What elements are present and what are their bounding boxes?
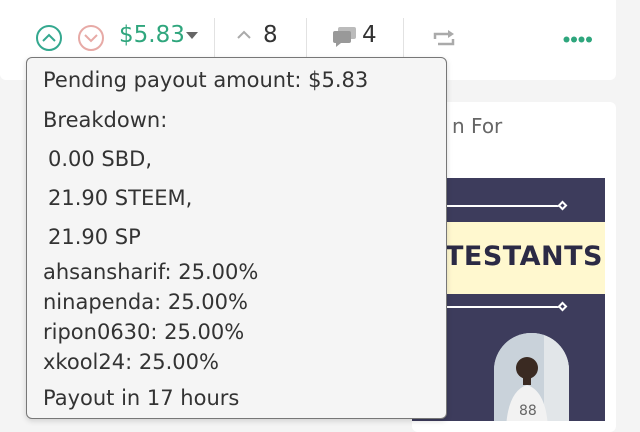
breakdown-label: Breakdown:	[43, 108, 168, 132]
divider	[214, 18, 215, 58]
pending-payout-amount: Pending payout amount: $5.83	[43, 68, 369, 92]
breakdown-sp: 21.90 SP	[48, 225, 141, 249]
payout-tooltip: Pending payout amount: $5.83 Breakdown: …	[26, 57, 447, 419]
banner-diamond	[557, 301, 568, 312]
payout-dropdown-caret-icon[interactable]	[186, 32, 198, 39]
payout-value[interactable]: $5.83	[119, 22, 185, 48]
upvote-button[interactable]	[36, 25, 62, 51]
beneficiary-row: xkool24: 25.00%	[43, 350, 219, 374]
breakdown-sbd: 0.00 SBD,	[48, 147, 153, 171]
votes-chevron-up-icon[interactable]	[236, 30, 252, 40]
side-post-title[interactable]: n For	[452, 114, 502, 138]
comments-count[interactable]: 4	[362, 22, 377, 48]
contestant-photo: 88	[494, 333, 569, 421]
svg-text:88: 88	[519, 403, 537, 419]
downvote-button[interactable]	[78, 25, 104, 51]
beneficiary-row: ninapenda: 25.00%	[43, 290, 248, 314]
banner-diamond	[557, 200, 568, 211]
payout-time: Payout in 17 hours	[43, 386, 240, 410]
beneficiary-row: ripon0630: 25.00%	[43, 320, 245, 344]
divider	[403, 18, 404, 58]
chevron-up-icon	[42, 33, 56, 42]
beneficiary-row: ahsansharif: 25.00%	[43, 260, 259, 284]
comments-icon[interactable]	[332, 26, 358, 48]
divider	[306, 18, 307, 58]
reblog-icon[interactable]	[432, 29, 456, 49]
chevron-down-icon	[84, 34, 98, 43]
more-dots-icon[interactable]	[563, 36, 593, 43]
votes-count[interactable]: 8	[263, 22, 278, 48]
breakdown-steem: 21.90 STEEM,	[48, 186, 193, 210]
